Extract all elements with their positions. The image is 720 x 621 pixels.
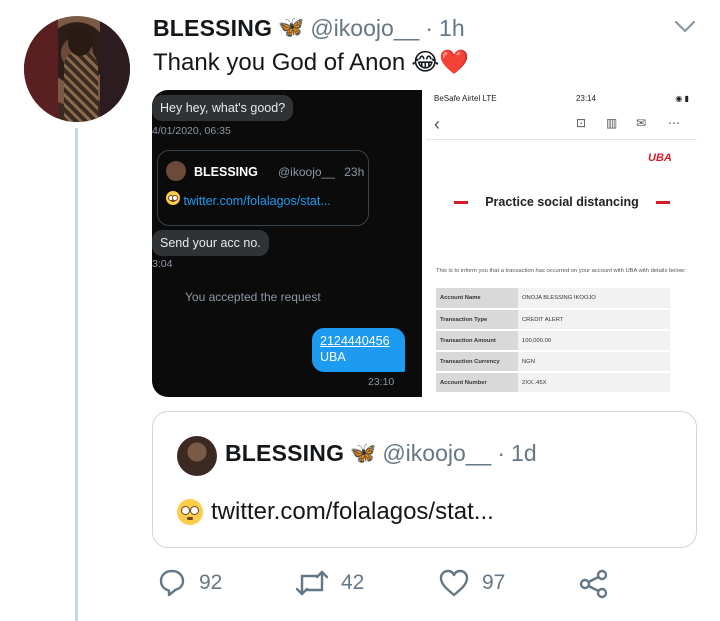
phone-status-bar: BeSafe Airtel LTE 23:14 ◉ ▮ — [434, 94, 689, 108]
received-message: Send your acc no. — [152, 230, 269, 256]
share-button[interactable] — [578, 568, 610, 600]
email-banner: Practice social distancing — [454, 190, 670, 214]
tweet-timestamp[interactable]: 1h — [439, 15, 465, 42]
embed-name: BLESSING — [194, 165, 258, 179]
battery-icon: ◉ ▮ — [675, 94, 689, 103]
red-dash — [454, 200, 468, 204]
separator-dot: · — [497, 440, 506, 466]
message-timestamp: 23:10 — [368, 376, 395, 388]
message-timestamp: 4/01/2020, 06:35 — [152, 125, 231, 137]
reply-button[interactable]: 92 — [157, 568, 222, 598]
display-name[interactable]: BLESSING — [153, 15, 272, 42]
retweet-button[interactable]: 42 — [295, 568, 364, 598]
table-row: Transaction Amount 100,000.00 — [436, 330, 670, 352]
tweet-media[interactable]: Hey hey, what's good? 4/01/2020, 06:35 B… — [152, 90, 697, 397]
quoted-link: twitter.com/folalagos/stat... — [211, 498, 494, 525]
quoted-handle: @ikoojo__ — [382, 440, 492, 466]
avatar-head — [68, 28, 92, 56]
flushed-emoji-icon — [166, 191, 180, 205]
reply-count: 92 — [199, 571, 223, 594]
retweet-count: 42 — [341, 571, 365, 594]
table-row: Account Number 2XX..45X — [436, 372, 670, 394]
archive-icon: ⊡ — [576, 116, 587, 130]
tweet-actions: 92 42 97 — [153, 568, 623, 604]
embedded-tweet: BLESSING @ikoojo__ 23h twitter.com/folal… — [157, 150, 369, 226]
like-count: 97 — [482, 571, 506, 594]
butterfly-emoji: 🦋 — [350, 441, 377, 465]
carrier: BeSafe Airtel LTE — [434, 94, 497, 103]
separator-dot: · — [425, 14, 434, 41]
avatar-bg-left — [24, 16, 58, 122]
avatar — [166, 161, 186, 181]
chevron-down-icon[interactable] — [674, 20, 696, 34]
flushed-emoji-icon — [177, 499, 203, 525]
email-screenshot[interactable]: BeSafe Airtel LTE 23:14 ◉ ▮ ‹ ⊡ ▥ ✉ ⋯ UB… — [426, 90, 697, 397]
author-avatar[interactable] — [24, 16, 130, 122]
tweet-text: Thank you God of Anon 😂❤️ — [153, 48, 469, 77]
table-row: Transaction Currency NGN — [436, 351, 670, 373]
mail-icon: ✉ — [636, 116, 647, 130]
red-dash — [655, 200, 670, 204]
accepted-notice: You accepted the request — [185, 290, 321, 304]
clock: 23:14 — [575, 94, 596, 103]
email-notice: This is to inform you that a transaction… — [436, 268, 686, 274]
avatar-bg-right — [100, 16, 130, 122]
table-row: Transaction Type CREDIT ALERT — [436, 309, 670, 331]
quoted-timestamp: 1d — [511, 440, 537, 466]
thread-line — [75, 128, 78, 621]
transaction-table: Account Name ONOJA BLESSING IKOOJO Transa… — [436, 288, 670, 394]
account-number: 2124440456 — [320, 334, 390, 348]
mail-toolbar: ‹ ⊡ ▥ ✉ ⋯ — [426, 108, 697, 140]
embed-handle-time: @ikoojo__ 23h — [278, 165, 365, 179]
quoted-tweet[interactable]: BLESSING 🦋 @ikoojo__ · 1d twitter.com/fo… — [152, 411, 697, 548]
bank-name: UBA — [320, 350, 346, 364]
message-timestamp: 3:04 — [152, 258, 173, 270]
dm-screenshot[interactable]: Hey hey, what's good? 4/01/2020, 06:35 B… — [152, 90, 422, 397]
quoted-avatar — [177, 436, 217, 476]
quoted-display-name: BLESSING — [225, 440, 345, 466]
tweet-header: BLESSING 🦋 @ikoojo__ · 1h — [153, 12, 465, 44]
sent-message: 2124440456 UBA — [312, 328, 405, 372]
embed-link: twitter.com/folalagos/stat... — [166, 191, 331, 208]
tweet-body: Thank you God of Anon — [153, 48, 406, 76]
uba-logo: UBA — [648, 152, 672, 164]
quoted-header: BLESSING 🦋 @ikoojo__ · 1d — [225, 440, 537, 467]
quoted-text: twitter.com/folalagos/stat... — [177, 498, 494, 526]
back-arrow-icon: ‹ — [434, 114, 440, 134]
trash-icon: ▥ — [606, 116, 618, 130]
like-button[interactable]: 97 — [438, 568, 505, 598]
table-row: Account Name ONOJA BLESSING IKOOJO — [436, 288, 670, 310]
butterfly-emoji: 🦋 — [278, 16, 305, 39]
banner-text: Practice social distancing — [485, 195, 639, 209]
user-handle[interactable]: @ikoojo__ — [310, 15, 419, 42]
reply-icon — [159, 569, 185, 597]
avatar-figure — [64, 50, 98, 122]
retweet-icon — [295, 570, 329, 596]
received-message: Hey hey, what's good? — [152, 95, 294, 121]
more-icon: ⋯ — [668, 116, 680, 130]
share-icon — [579, 569, 608, 599]
heart-icon — [439, 569, 469, 597]
tweet-emojis: 😂❤️ — [411, 49, 470, 76]
